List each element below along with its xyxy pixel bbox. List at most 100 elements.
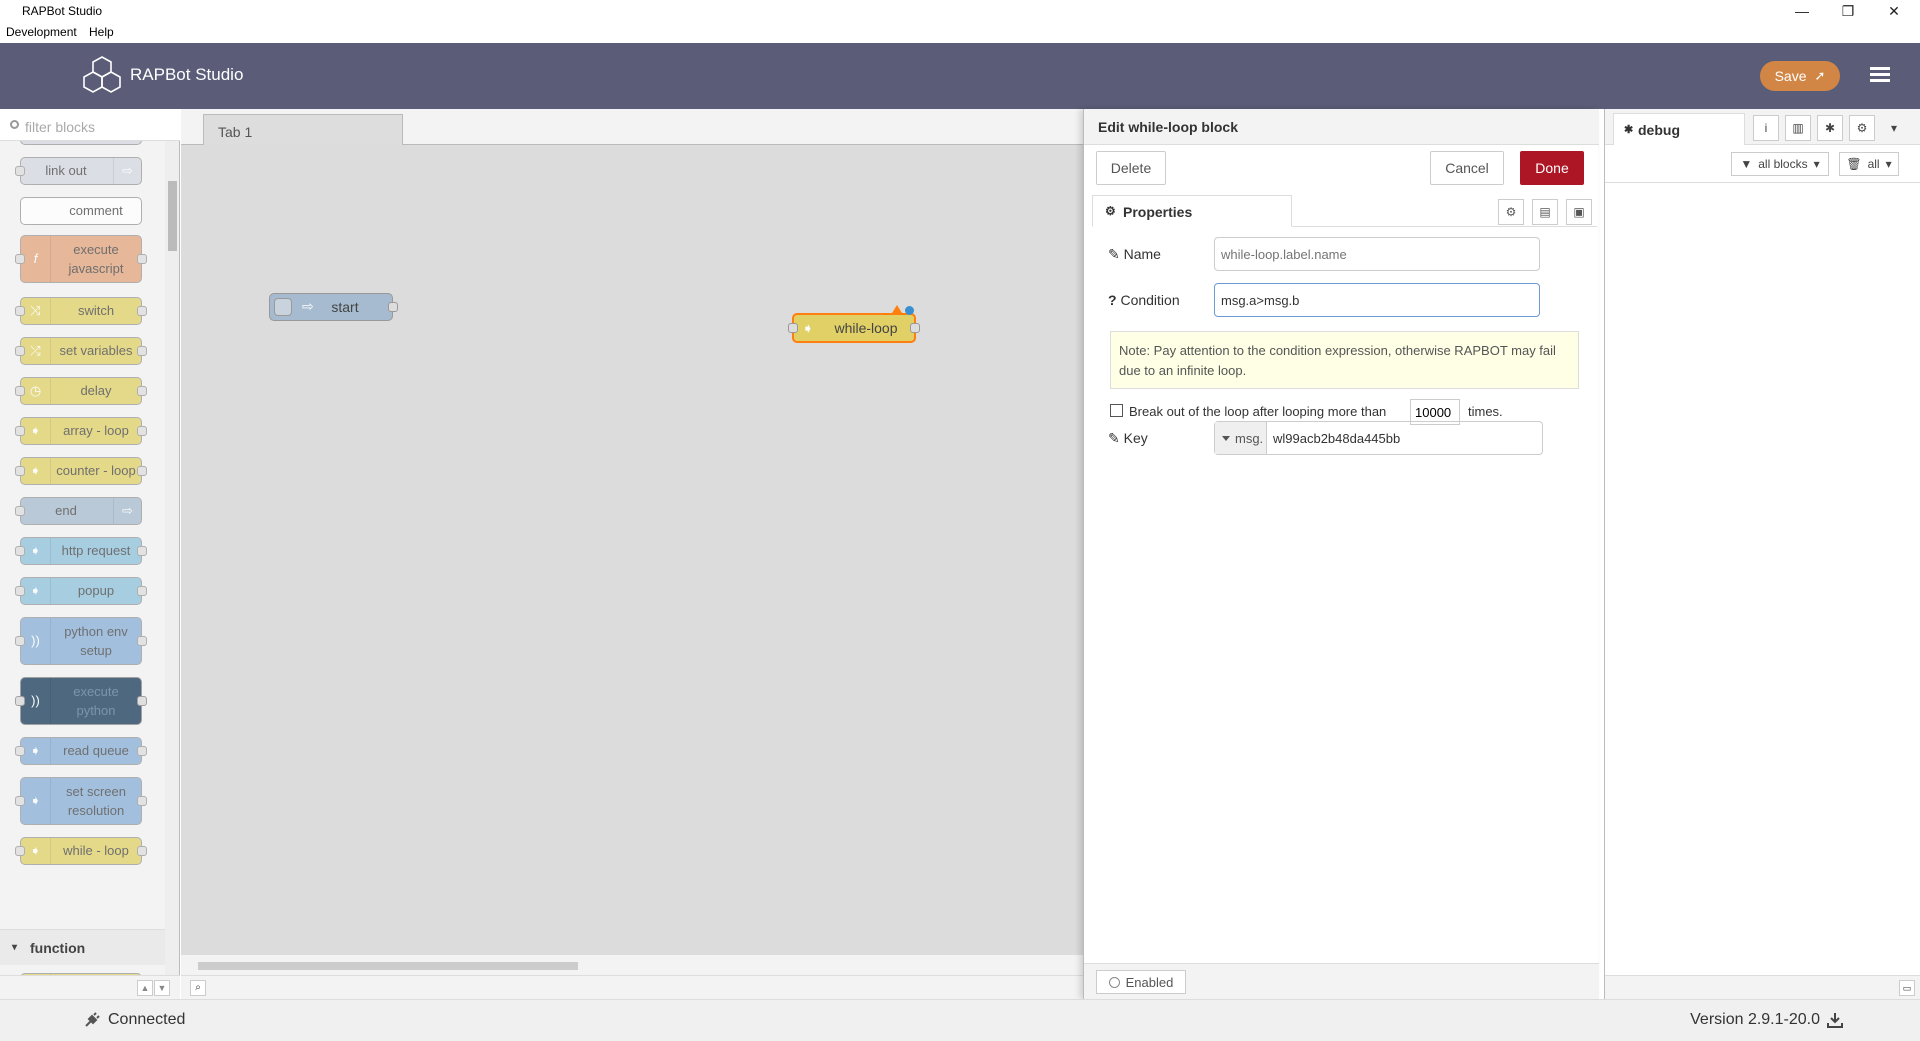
gear-icon[interactable]: ⚙ [1498,199,1524,225]
question-icon: ? [1108,292,1121,308]
trash-icon: 🗑 [1846,157,1862,171]
palette-node-comment[interactable]: comment [20,197,142,225]
sidebar: ✱ debug i ▥ ✱ ⚙ ▾ ▼ all blocks ▾ 🗑 all ▾… [1604,109,1920,999]
tag-icon: ✎ [1108,246,1124,262]
filter-nodes-dropdown[interactable]: ▼ all blocks ▾ [1731,152,1829,176]
palette-node-set-screen-resolution[interactable]: ➧ set screen resolution [15,777,147,825]
delete-button[interactable]: Delete [1096,151,1166,185]
done-button[interactable]: Done [1520,151,1584,185]
name-input[interactable] [1214,237,1540,271]
workspace-footer: ⌕ [181,975,1083,999]
palette-node-set-variables[interactable]: ⤮ set variables [15,337,147,365]
palette-node-while-loop[interactable]: ➧ while - loop [15,837,147,865]
palette-search[interactable]: filter blocks [0,109,180,141]
search-icon[interactable]: ⌕ [190,980,206,996]
key-type-select[interactable]: msg. [1215,422,1267,454]
enabled-label: Enabled [1125,974,1174,990]
break-loop-label: Break out of the loop after looping more… [1129,404,1387,419]
debug-toolbar: ▼ all blocks ▾ 🗑 all ▾ [1605,145,1920,183]
inject-button[interactable] [274,298,292,316]
palette-node-popup[interactable]: ➧ popup [15,577,147,605]
palette-node-counter-loop[interactable]: ➧ counter - loop [15,457,147,485]
node-label: counter - loop [56,463,136,479]
gear-icon[interactable]: ⚙ [1849,115,1875,141]
tray-title: Edit while-loop block [1084,109,1599,145]
node-label: while - loop [63,843,129,859]
arrow-icon: ➧ [21,778,51,824]
download-icon[interactable] [1827,1012,1843,1028]
search-icon [10,120,19,129]
condition-input[interactable] [1214,283,1540,317]
palette-node-cut[interactable] [20,141,142,145]
workspace-scrollbar[interactable] [181,955,1083,975]
flow-canvas[interactable]: ⇨ start ➧ while-loop [181,145,1083,955]
description-icon[interactable]: ▤ [1532,199,1558,225]
flow-node-while-loop[interactable]: ➧ while-loop [788,305,920,343]
arrow-icon: ➧ [21,538,51,564]
node-label: array - loop [63,423,129,439]
tab-1[interactable]: Tab 1 [203,114,403,146]
palette-node-delay[interactable]: ◷ delay [15,377,147,405]
palette-node-read-queue[interactable]: ➧ read queue [15,737,147,765]
palette-node-python-env-setup[interactable]: )) python env setup [15,617,147,665]
monitor-icon[interactable]: ▭ [1899,980,1915,996]
node-label: python env setup [64,623,128,659]
menu-development[interactable]: Development [6,25,77,39]
save-label: Save [1774,68,1807,84]
tab-properties[interactable]: ⚙ Properties [1092,195,1292,227]
clock-icon: ◷ [21,378,51,404]
maximize-button[interactable]: ❐ [1826,0,1870,22]
clear-label: all [1867,157,1880,171]
palette-search-placeholder: filter blocks [25,119,96,135]
palette-node-switch[interactable]: ⤨ switch [15,297,147,325]
expand-all-icon[interactable]: ▼ [154,980,170,996]
info-icon[interactable]: i [1753,115,1779,141]
app-header: RAPBot Studio [0,43,1920,109]
palette-node-execute-javascript[interactable]: f execute javascript [15,235,147,283]
chevron-down-icon[interactable]: ▾ [1881,115,1907,141]
caret-down-icon: ▾ [1885,157,1892,171]
tray-footer: Enabled [1084,963,1599,999]
category-function[interactable]: ▾ function [0,929,165,965]
flow-node-start[interactable]: ⇨ start [269,293,398,321]
node-label: execute javascript [68,241,124,277]
bug-icon[interactable]: ✱ [1817,115,1843,141]
collapse-all-icon[interactable]: ▲ [137,980,153,996]
book-icon[interactable]: ▥ [1785,115,1811,141]
filter-icon: ▼ [1740,157,1753,171]
key-input[interactable]: msg. wl99acb2b48da445bb [1214,421,1543,455]
minimize-button[interactable]: — [1780,0,1824,22]
wave-icon: )) [21,618,51,664]
palette-list: link out ⇨ comment f execute javascript ⤨ s… [0,141,165,981]
name-label: ✎ Name [1108,246,1161,262]
palette-node-link-out[interactable]: link out ⇨ [15,157,142,185]
arrow-icon: ➧ [802,320,814,336]
category-label: function [30,940,86,956]
palette-node-http-request[interactable]: ➧ http request [15,537,147,565]
cancel-button[interactable]: Cancel [1430,151,1504,185]
close-window-button[interactable]: ✕ [1872,0,1916,22]
appearance-icon[interactable]: ▣ [1566,199,1592,225]
break-loop-checkbox[interactable] [1110,404,1123,417]
arrow-icon: ➧ [21,458,51,484]
version-label: Version 2.9.1-20.0 [1690,1011,1820,1028]
tab-debug[interactable]: ✱ debug [1613,113,1745,145]
enabled-toggle[interactable]: Enabled [1096,970,1186,994]
palette-node-end[interactable]: end ⇨ [15,497,142,525]
plug-icon [85,1012,100,1027]
hamburger-menu-icon[interactable] [1866,64,1896,88]
tab-label: debug [1638,122,1680,138]
title-bar: RAPBot Studio — ❐ ✕ [0,0,1920,22]
save-button[interactable]: Save ➚ [1760,61,1840,91]
palette-scrollbar[interactable] [165,141,179,981]
arrow-icon: ⇨ [113,158,141,184]
chevron-down-icon: ▾ [12,942,18,953]
menu-help[interactable]: Help [89,25,114,39]
palette-node-array-loop[interactable]: ➧ array - loop [15,417,147,445]
node-label: set screen resolution [66,783,126,819]
node-label: switch [77,303,115,319]
arrow-icon: ➧ [21,738,51,764]
clear-messages-dropdown[interactable]: 🗑 all ▾ [1839,152,1899,176]
arrow-icon: ➧ [21,578,51,604]
palette-node-execute-python[interactable]: )) execute python [15,677,147,725]
